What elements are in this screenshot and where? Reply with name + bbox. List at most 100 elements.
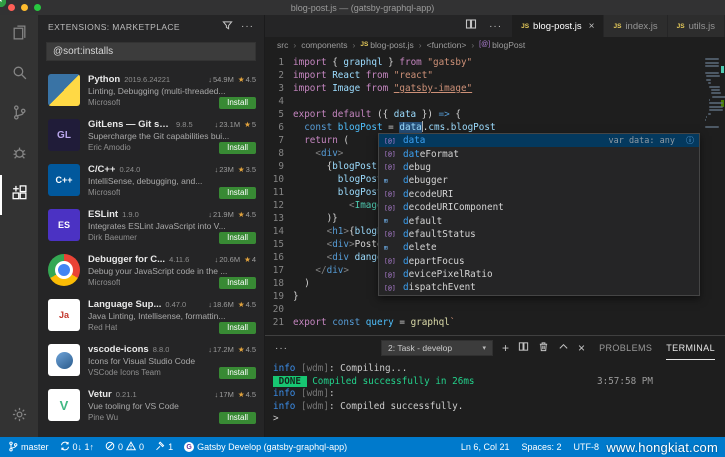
git-branch-indicator[interactable]: master: [8, 441, 49, 454]
panel-more-icon[interactable]: ···: [275, 343, 288, 354]
new-terminal-icon[interactable]: +: [502, 342, 509, 354]
terminal-output[interactable]: info [wdm]: Compiling... DONE Compiled s…: [265, 360, 725, 437]
close-panel-icon[interactable]: ×: [578, 342, 585, 354]
problems-indicator[interactable]: 0 0: [105, 441, 144, 453]
activity-extensions[interactable]: [0, 175, 38, 215]
suggestion-item[interactable]: [@] devicePixelRatio: [379, 268, 699, 281]
gatsby-develop-indicator[interactable]: G Gatsby Develop (gatsby-graphql-app): [184, 442, 347, 452]
install-button[interactable]: Install: [219, 411, 256, 424]
code-line[interactable]: 21 export const query = graphql`: [265, 316, 725, 329]
code-line[interactable]: 2 import React from "react": [265, 69, 725, 82]
extensions-search-input[interactable]: [46, 42, 256, 61]
code-line[interactable]: 1 import { graphql } from "gatsby": [265, 56, 725, 69]
filter-icon[interactable]: [222, 20, 233, 34]
breadcrumb-item[interactable]: components: [301, 40, 360, 50]
extension-list-item[interactable]: Ja Language Sup... 0.47.0 18.6M 4.5 Java…: [0, 0, 264, 338]
minimap[interactable]: [703, 54, 725, 335]
code-editor[interactable]: 1 import { graphql } from "gatsby" 2 import…: [265, 52, 725, 335]
install-button[interactable]: Install: [219, 321, 256, 334]
panel-tab[interactable]: PROBLEMS: [599, 336, 652, 360]
install-button[interactable]: Install: [219, 231, 256, 244]
breadcrumb: src components JS blog-post.js <f: [265, 37, 725, 52]
split-editor-icon[interactable]: [465, 17, 477, 35]
bottom-panel: ··· 2: Task - develop ▾ + × PROBLEMS TER…: [265, 335, 725, 437]
suggestion-item[interactable]: [@] data var data: any ⓘ: [379, 134, 699, 148]
tab-bar-actions: ···: [465, 15, 512, 37]
suggestion-item[interactable]: [@] decodeURIComponent: [379, 201, 699, 214]
files-icon: [11, 24, 28, 46]
minimize-window-button[interactable]: [21, 4, 28, 11]
extension-list-item[interactable]: C++ C/C++ 0.24.0 23M 3.5 IntelliSense, d…: [0, 0, 264, 203]
extensions-search: [46, 41, 256, 61]
editor-tab[interactable]: utils.js ×: [667, 15, 725, 37]
breadcrumb-item[interactable]: [@] blogPost: [479, 40, 525, 50]
extension-list-item[interactable]: GL GitLens — Git su... 9.8.5 23.1M 5 Sup…: [0, 0, 264, 158]
activity-search[interactable]: [0, 55, 38, 95]
terminal-line: >: [273, 413, 279, 425]
extension-description: Supercharge the Git capabilities bui...: [88, 130, 230, 141]
suggestion-item[interactable]: [@] dateFormat: [379, 147, 699, 160]
activity-settings[interactable]: [0, 397, 38, 437]
install-button[interactable]: Install: [219, 96, 256, 109]
install-button[interactable]: Install: [219, 141, 256, 154]
extension-list-item[interactable]: Debugger for C... 4.11.6 20.6M 4 Debug y…: [0, 0, 264, 293]
extension-publisher: Red Hat: [88, 323, 118, 332]
extension-rating: 4.5: [238, 210, 256, 219]
editor-tab[interactable]: index.js ×: [604, 15, 668, 37]
suggestion-item[interactable]: [@] decodeURI: [379, 188, 699, 201]
variable-symbol-icon: [@]: [384, 257, 396, 266]
activity-source-control[interactable]: [0, 95, 38, 135]
suggestion-item[interactable]: [@] dispatchEvent: [379, 281, 699, 294]
extension-version: 0.24.0: [119, 164, 141, 174]
suggestion-item[interactable]: [@] defaultStatus: [379, 228, 699, 241]
code-line[interactable]: 20: [265, 303, 725, 316]
panel-tab[interactable]: TERMINAL: [666, 336, 715, 360]
breadcrumb-item[interactable]: JS blog-post.js: [360, 40, 426, 50]
breadcrumb-item[interactable]: <function>: [427, 40, 480, 50]
read-more-icon[interactable]: ⓘ: [686, 135, 694, 146]
source-control-icon: [11, 104, 28, 126]
keyword-symbol-icon: ⊞: [384, 176, 388, 185]
zoom-window-button[interactable]: [34, 4, 41, 11]
breadcrumb-item[interactable]: src: [277, 40, 301, 50]
suggestion-item[interactable]: ⊞ delete: [379, 241, 699, 254]
maximize-panel-icon[interactable]: [558, 339, 569, 357]
indentation-indicator[interactable]: Spaces: 2: [521, 442, 561, 452]
sync-indicator[interactable]: 0↓ 1↑: [60, 441, 94, 453]
variable-symbol-icon: [@]: [384, 150, 396, 159]
code-line[interactable]: 4: [265, 95, 725, 108]
extension-version: 8.8.0: [152, 344, 170, 354]
activity-debug[interactable]: [0, 135, 38, 175]
extension-list-item[interactable]: ES ESLint 1.9.0 21.9M 4.5 Integrates ESL…: [0, 0, 264, 248]
editor-more-actions-icon[interactable]: ···: [489, 21, 502, 32]
close-tab-icon[interactable]: ×: [589, 21, 595, 32]
task-indicator[interactable]: 1: [155, 441, 173, 453]
extension-logo-icon: Ja: [48, 299, 80, 331]
suggestion-item[interactable]: [@] departFocus: [379, 255, 699, 268]
terminal-select[interactable]: 2: Task - develop ▾: [381, 340, 494, 356]
split-terminal-icon[interactable]: [518, 339, 529, 357]
encoding-indicator[interactable]: UTF-8: [574, 442, 600, 452]
kill-terminal-icon[interactable]: [538, 339, 549, 357]
install-button[interactable]: Install: [219, 186, 256, 199]
extension-rating: 4.5: [238, 300, 256, 309]
more-actions-icon[interactable]: ···: [241, 22, 254, 32]
extension-version: 1.9.0: [122, 209, 139, 219]
extension-list-item[interactable]: V Vetur 0.21.1 17M 4.5 Vue tooling for V…: [0, 0, 264, 428]
editor-tab[interactable]: blog-post.js ×: [512, 15, 605, 37]
extension-list-item[interactable]: Python 2019.6.24221 54.9M 4.5 Linting, D…: [0, 0, 264, 113]
cursor-position[interactable]: Ln 6, Col 21: [461, 442, 510, 452]
install-button[interactable]: Install: [219, 366, 256, 379]
install-button[interactable]: Install: [219, 276, 256, 289]
suggestion-item[interactable]: ⊞ default: [379, 214, 699, 227]
close-window-button[interactable]: [8, 4, 15, 11]
extension-name: C/C++: [88, 163, 116, 175]
code-line[interactable]: 3 import Image from "gatsby-image": [265, 82, 725, 95]
intellisense-suggest-widget: [@] data var data: any ⓘ [@] dateFormat [@] deb…: [378, 133, 700, 296]
code-line[interactable]: 5 export default ({ data }) => {: [265, 108, 725, 121]
suggestion-item[interactable]: ⊞ debugger: [379, 174, 699, 187]
watermark: www.hongkiat.com: [606, 440, 718, 455]
suggestion-item[interactable]: [@] debug: [379, 161, 699, 174]
extension-list-item[interactable]: vscode-icons 8.8.0 17.2M 4.5 Icons for V…: [0, 0, 264, 383]
activity-explorer[interactable]: [0, 15, 38, 55]
